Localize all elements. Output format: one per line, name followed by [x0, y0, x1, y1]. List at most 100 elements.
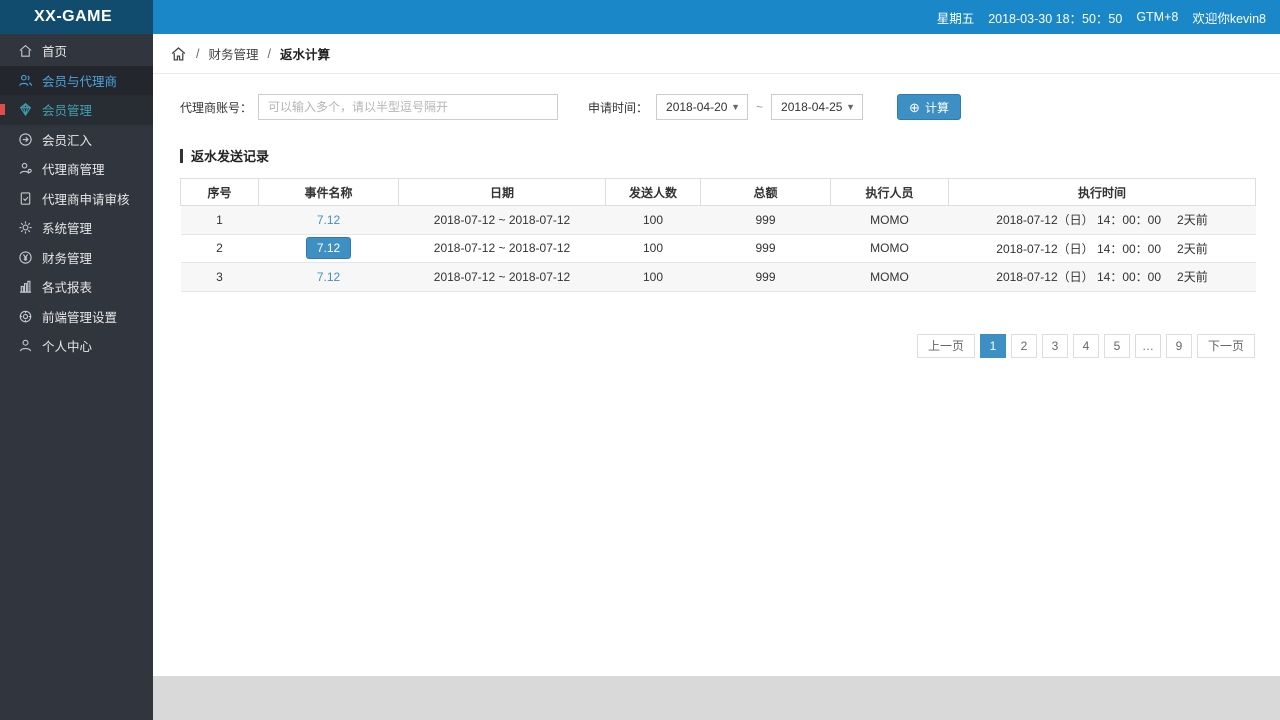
cell-operator: MOMO [830, 205, 949, 235]
topbar-weekday: 星期五 [936, 11, 975, 26]
chevron-down-icon: ▼ [731, 102, 741, 112]
frontend-settings-icon [18, 309, 33, 324]
pagination-page-3[interactable]: 3 [1041, 333, 1068, 358]
sidebar-item-label: 系统管理 [42, 222, 93, 237]
event-link[interactable]: 7.12 [317, 213, 340, 227]
agent-audit-icon [18, 191, 33, 206]
title-bar-decoration [180, 148, 183, 163]
breadcrumb-current: 返水计算 [279, 48, 330, 62]
sidebar-item-agent-manage[interactable]: 代理商管理 [0, 154, 153, 184]
profile-icon [18, 338, 33, 353]
reports-icon [18, 279, 33, 294]
sidebar-item-profile[interactable]: 个人中心 [0, 331, 153, 361]
table-row: 2 7.12 2018-07-12 ~ 2018-07-12 100 999 M… [180, 234, 1256, 263]
sidebar-item-label: 各式报表 [42, 281, 93, 296]
main-area: / 财务管理 / 返水计算 代理商账号： 申请时间： 2018-04-20 ▼ … [153, 34, 1280, 720]
cell-total: 999 [700, 205, 831, 235]
pagination-page-4[interactable]: 4 [1072, 333, 1099, 358]
cell-exec-time: 2018-07-12（日） 14：00：00 2天前 [948, 234, 1256, 263]
exec-time: 2018-07-12（日） 14：00：00 [996, 270, 1162, 285]
app-root: XX-GAME 星期五 2018-03-30 18：50：50 GTM+8 欢迎… [0, 0, 1280, 720]
breadcrumb-separator: / [196, 46, 200, 61]
cell-operator: MOMO [830, 234, 949, 263]
cell-count: 100 [605, 234, 701, 263]
records-table: 序号 事件名称 日期 发送人数 总额 执行人员 执行时间 1 7.12 2018… [180, 178, 1256, 292]
topbar: XX-GAME 星期五 2018-03-30 18：50：50 GTM+8 欢迎… [0, 0, 1280, 34]
pagination-page-1[interactable]: 1 [979, 333, 1006, 358]
app-logo: XX-GAME [0, 0, 153, 34]
finance-icon [18, 250, 33, 265]
cell-exec-time: 2018-07-12（日） 14：00：00 2天前 [948, 262, 1256, 292]
sidebar-item-label: 会员管理 [42, 104, 93, 119]
event-button[interactable]: 7.12 [305, 237, 352, 260]
filter-row: 代理商账号： 申请时间： 2018-04-20 ▼ ~ 2018-04-25 ▼… [180, 94, 1255, 120]
plus-circle-icon: ⊕ [909, 99, 920, 115]
date-to-select[interactable]: 2018-04-25 ▼ [771, 94, 864, 120]
alert-notch [0, 104, 5, 115]
topbar-status: 星期五 2018-03-30 18：50：50 GTM+8 欢迎你kevin8 [153, 0, 1280, 34]
system-icon [18, 220, 33, 235]
sidebar-item-finance-manage[interactable]: 财务管理 [0, 243, 153, 273]
breadcrumb-home-icon[interactable] [170, 45, 187, 62]
topbar-welcome[interactable]: 欢迎你kevin8 [1192, 8, 1266, 27]
pagination-next[interactable]: 下一页 [1196, 333, 1255, 358]
topbar-datetime: 2018-03-30 18：50：50 [988, 11, 1123, 26]
pagination-page-2[interactable]: 2 [1010, 333, 1037, 358]
pagination-page-9[interactable]: 9 [1165, 333, 1192, 358]
cell-operator: MOMO [830, 262, 949, 292]
sidebar-item-member-manage[interactable]: 会员管理 [0, 95, 153, 125]
exec-time: 2018-07-12（日） 14：00：00 [996, 241, 1162, 256]
date-range-separator: ~ [756, 100, 764, 114]
apply-time-label: 申请时间： [588, 100, 649, 115]
col-header-operator: 执行人员 [830, 178, 949, 206]
cell-date: 2018-07-12 ~ 2018-07-12 [398, 262, 606, 292]
home-icon [18, 43, 33, 58]
cell-event: 7.12 [258, 234, 399, 263]
sidebar-item-label: 首页 [42, 45, 68, 60]
cell-event: 7.12 [258, 262, 399, 292]
exec-ago: 2天前 [1177, 241, 1208, 256]
table-row: 1 7.12 2018-07-12 ~ 2018-07-12 100 999 M… [180, 205, 1256, 235]
cell-event: 7.12 [258, 205, 399, 235]
agent-account-input[interactable] [258, 94, 559, 120]
exec-time: 2018-07-12（日） 14：00：00 [996, 213, 1162, 228]
members-icon [18, 73, 33, 88]
breadcrumb-finance[interactable]: 财务管理 [208, 44, 258, 63]
pagination-ellipsis: … [1134, 333, 1161, 358]
sidebar-item-label: 会员与代理商 [42, 74, 118, 89]
sidebar-item-member-import[interactable]: 会员汇入 [0, 125, 153, 155]
agent-account-label: 代理商账号： [180, 100, 253, 115]
calculate-button[interactable]: ⊕ 计算 [897, 94, 961, 120]
cell-exec-time: 2018-07-12（日） 14：00：00 2天前 [948, 205, 1256, 235]
sidebar-item-reports[interactable]: 各式报表 [0, 272, 153, 302]
sidebar-item-label: 代理商申请审核 [42, 192, 130, 207]
col-header-date: 日期 [398, 178, 606, 206]
member-manage-icon [18, 102, 33, 117]
col-header-total: 总额 [700, 178, 831, 206]
sidebar-item-members-agents[interactable]: 会员与代理商 [0, 65, 153, 95]
pagination-page-5[interactable]: 5 [1103, 333, 1130, 358]
exec-ago: 2天前 [1177, 213, 1208, 228]
date-to-value: 2018-04-25 [781, 100, 843, 114]
col-header-count: 发送人数 [605, 178, 701, 206]
date-from-select[interactable]: 2018-04-20 ▼ [656, 94, 749, 120]
table-header: 序号 事件名称 日期 发送人数 总额 执行人员 执行时间 [180, 178, 1256, 206]
breadcrumb: / 财务管理 / 返水计算 [153, 34, 1280, 74]
sidebar-item-frontend-settings[interactable]: 前端管理设置 [0, 302, 153, 332]
cell-no: 2 [180, 234, 259, 263]
member-import-icon [18, 132, 33, 147]
section-title: 返水发送记录 [180, 146, 1255, 165]
sidebar-item-system-manage[interactable]: 系统管理 [0, 213, 153, 243]
sidebar-item-label: 代理商管理 [42, 163, 105, 178]
agent-manage-icon [18, 161, 33, 176]
pagination-prev[interactable]: 上一页 [916, 333, 975, 358]
chevron-down-icon: ▼ [846, 102, 856, 112]
sidebar-item-home[interactable]: 首页 [0, 36, 153, 66]
sidebar-item-agent-audit[interactable]: 代理商申请审核 [0, 184, 153, 214]
cell-date: 2018-07-12 ~ 2018-07-12 [398, 234, 606, 263]
cell-count: 100 [605, 205, 701, 235]
cell-count: 100 [605, 262, 701, 292]
table-row: 3 7.12 2018-07-12 ~ 2018-07-12 100 999 M… [180, 262, 1256, 292]
event-link[interactable]: 7.12 [317, 270, 340, 284]
page-footer [153, 676, 1280, 720]
